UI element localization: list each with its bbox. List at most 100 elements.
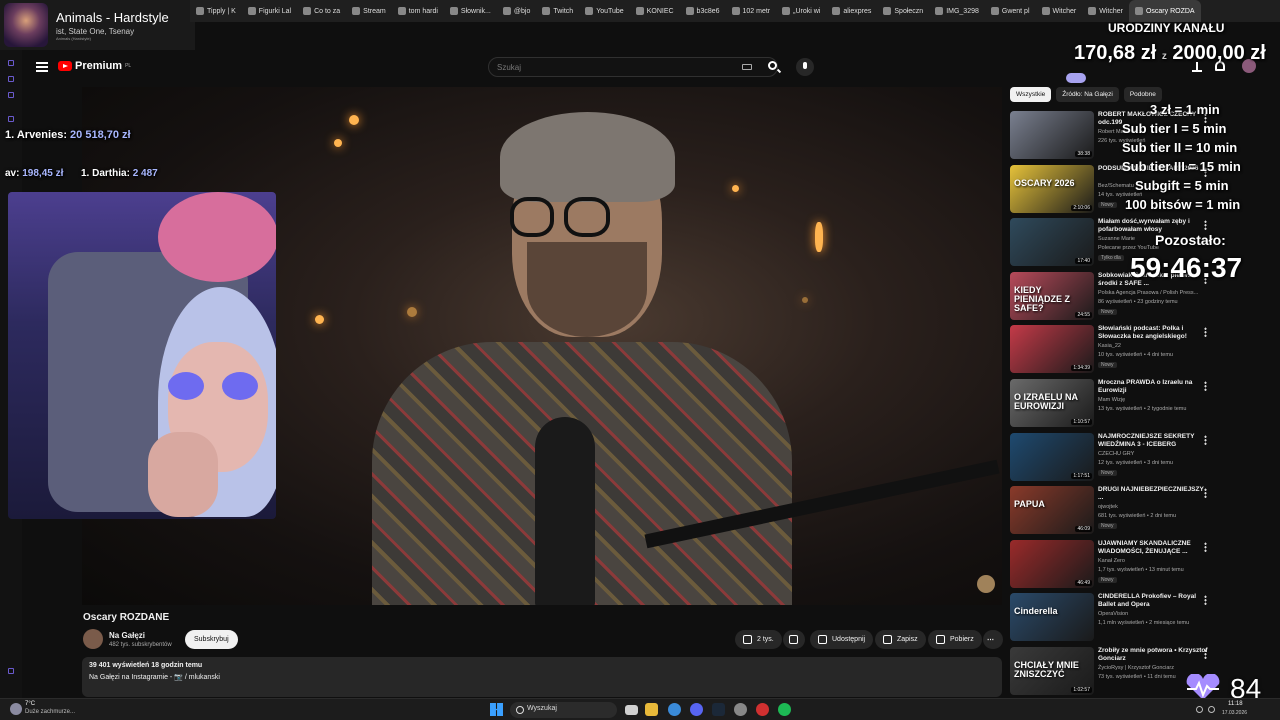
recommended-video[interactable]: 1:34:39 Słowiański podcast: Polka i Słowa… (1010, 325, 1270, 377)
network-icon[interactable] (1208, 706, 1215, 713)
file-explorer-icon[interactable] (645, 703, 658, 716)
chip-all[interactable]: Wszystkie (1010, 87, 1052, 102)
bookmark-item[interactable]: Co to za (297, 0, 346, 22)
bookmark-item[interactable]: Tipply | K (190, 0, 242, 22)
keyboard-icon[interactable] (742, 64, 752, 70)
video-thumbnail[interactable]: 38:38 (1010, 111, 1094, 159)
dislike-button[interactable] (783, 630, 805, 649)
video-thumbnail[interactable]: OSCARY 2026 2:10:06 (1010, 164, 1094, 213)
weather-icon[interactable] (10, 703, 22, 715)
bookmark-favicon-icon (542, 7, 551, 15)
video-thumbnail[interactable]: 17:40 (1010, 218, 1094, 267)
bookmark-item[interactable]: Słownik... (444, 0, 497, 22)
channel-name[interactable]: Na Gałęzi (109, 631, 145, 640)
view-stats: 39 401 wyświetleń 18 godzin temu (89, 662, 203, 669)
download-label: Pobierz (950, 636, 974, 643)
channel-avatar[interactable] (83, 629, 103, 649)
video-thumbnail[interactable]: PAPUA 46:09 (1010, 486, 1094, 535)
video-thumbnail[interactable]: CHCIAŁY MNIE ZNISZCZYĆ 1:02:57 (1010, 647, 1094, 695)
rate-line: Sub tier III = 15 min (1122, 159, 1241, 174)
download-button[interactable]: Pobierz (928, 630, 982, 649)
chip-similar[interactable]: Podobne (1123, 87, 1162, 102)
bookmark-favicon-icon (685, 7, 694, 15)
channel-watermark-icon[interactable] (977, 575, 995, 593)
more-actions-button[interactable]: ⋯ (983, 630, 1003, 649)
tray-icon[interactable] (1196, 706, 1203, 713)
nav-icon[interactable] (8, 116, 14, 122)
nav-icon[interactable] (8, 60, 14, 66)
video-thumbnail[interactable]: 1:17:51 (1010, 432, 1094, 481)
more-options-icon[interactable] (1204, 381, 1207, 391)
bookmark-item[interactable]: b3c8e6 (680, 0, 726, 22)
video-thumbnail[interactable]: O IZRAELU NA EUROWIZJI 1:10:57 (1010, 379, 1094, 427)
more-options-icon[interactable] (1204, 595, 1207, 606)
bookmark-item[interactable]: 102 metr (726, 0, 777, 22)
bookmark-item[interactable]: @bjo (497, 0, 536, 22)
presenter-beard (527, 242, 647, 337)
video-thumbnail[interactable]: 46:49 (1010, 539, 1094, 588)
more-options-icon[interactable] (1204, 649, 1207, 659)
task-view-icon[interactable] (625, 705, 638, 715)
more-options-icon[interactable] (1204, 220, 1207, 231)
settings-icon[interactable] (734, 703, 747, 716)
bookmark-item[interactable]: Stream (346, 0, 392, 22)
steam-icon[interactable] (712, 703, 725, 716)
browser-icon[interactable] (668, 703, 681, 716)
share-button[interactable]: Udostępnij (810, 630, 874, 649)
rec-title: NAJMROCZNIEJSZE SEKRETY WIEDŹMINA 3 - IC… (1098, 432, 1195, 448)
taskbar-search[interactable]: Wyszukaj (510, 702, 617, 718)
more-options-icon[interactable] (1204, 327, 1207, 338)
like-button[interactable]: 2 tys. (735, 630, 782, 649)
share-label: Udostępnij (832, 636, 866, 643)
bookmark-item[interactable]: Oscary ROZDA (1128, 0, 1201, 22)
more-options-icon[interactable] (1204, 488, 1207, 499)
rec-channel: Bez/Schematu (1098, 182, 1134, 189)
video-description[interactable]: 39 401 wyświetleń 18 godzin temu Na Gałę… (82, 657, 1002, 697)
video-thumbnail[interactable]: 1:34:39 (1010, 325, 1094, 374)
new-badge: Nowy (1098, 576, 1117, 583)
search-input[interactable]: Szukaj (488, 57, 778, 77)
more-options-icon[interactable] (1204, 434, 1207, 445)
subscribe-button[interactable]: Subskrybuj (185, 630, 238, 649)
bookmark-item[interactable]: „Uroki wi (776, 0, 826, 22)
rec-channel: Suzanne Marie (1098, 236, 1135, 243)
bookmark-item[interactable]: KONIEC (630, 0, 680, 22)
nav-icon[interactable] (8, 92, 14, 98)
spotify-icon[interactable] (778, 703, 791, 716)
menu-icon[interactable] (36, 62, 48, 72)
more-options-icon[interactable] (1204, 541, 1207, 552)
bookmark-item[interactable]: Witcher (1082, 0, 1129, 22)
bookmark-favicon-icon (990, 7, 999, 15)
nav-icon[interactable] (8, 76, 14, 82)
video-thumbnail[interactable]: KIEDY PIENIĄDZE Z SAFE? 24:55 (1010, 271, 1094, 320)
recommended-video[interactable]: Cinderella CINDERELLA Prokofiev – Royal B… (1010, 593, 1270, 645)
recommended-video[interactable]: 1:17:51 NAJMROCZNIEJSZE SEKRETY WIEDŹMINA… (1010, 432, 1270, 485)
youtube-logo[interactable]: Premium PL (58, 60, 131, 72)
opera-icon[interactable] (756, 703, 769, 716)
recommended-video[interactable]: 46:49 UJAWNIAMY SKANDALICZNE WIADOMOŚCI, … (1010, 539, 1270, 592)
bookmark-item[interactable]: Gwent pl (985, 0, 1036, 22)
bookmark-item[interactable]: tom hardi (392, 0, 444, 22)
bookmark-item[interactable]: Twitch (536, 0, 579, 22)
video-thumbnail[interactable]: Cinderella (1010, 593, 1094, 642)
recommended-video[interactable]: 38:38 ROBERT MAKŁOWICZ CZECHY odc.199 Robe… (1010, 111, 1270, 163)
recommended-video[interactable]: O IZRAELU NA EUROWIZJI 1:10:57 Mroczna PRA… (1010, 379, 1270, 431)
chip-source[interactable]: Źródło: Na Gałęzi (1056, 87, 1119, 102)
bookmark-favicon-icon (883, 7, 892, 15)
bookmark-favicon-icon (935, 7, 944, 15)
bookmark-item[interactable]: Witcher (1036, 0, 1083, 22)
bookmark-item[interactable]: Społeczn (877, 0, 929, 22)
description-line: Na Gałęzi na Instagramie - 📷 / mlukanski (89, 674, 220, 681)
voice-search-icon[interactable] (796, 58, 814, 76)
start-icon[interactable] (490, 703, 503, 716)
bookmark-item[interactable]: IMG_3298 (929, 0, 985, 22)
bookmark-item[interactable]: YouTube (579, 0, 630, 22)
recommended-video[interactable]: PAPUA 46:09 DRUGI NAJNIEBEZPIECZNIEJSZY ..… (1010, 486, 1270, 538)
rec-meta: Polecane przez YouTube (1098, 245, 1159, 252)
search-icon[interactable] (768, 61, 777, 70)
nav-icon[interactable] (8, 668, 14, 674)
bookmark-item[interactable]: Figurki Lal (242, 0, 297, 22)
save-button[interactable]: Zapisz (875, 630, 926, 649)
discord-icon[interactable] (690, 703, 703, 716)
bookmark-item[interactable]: aliexpres (826, 0, 877, 22)
